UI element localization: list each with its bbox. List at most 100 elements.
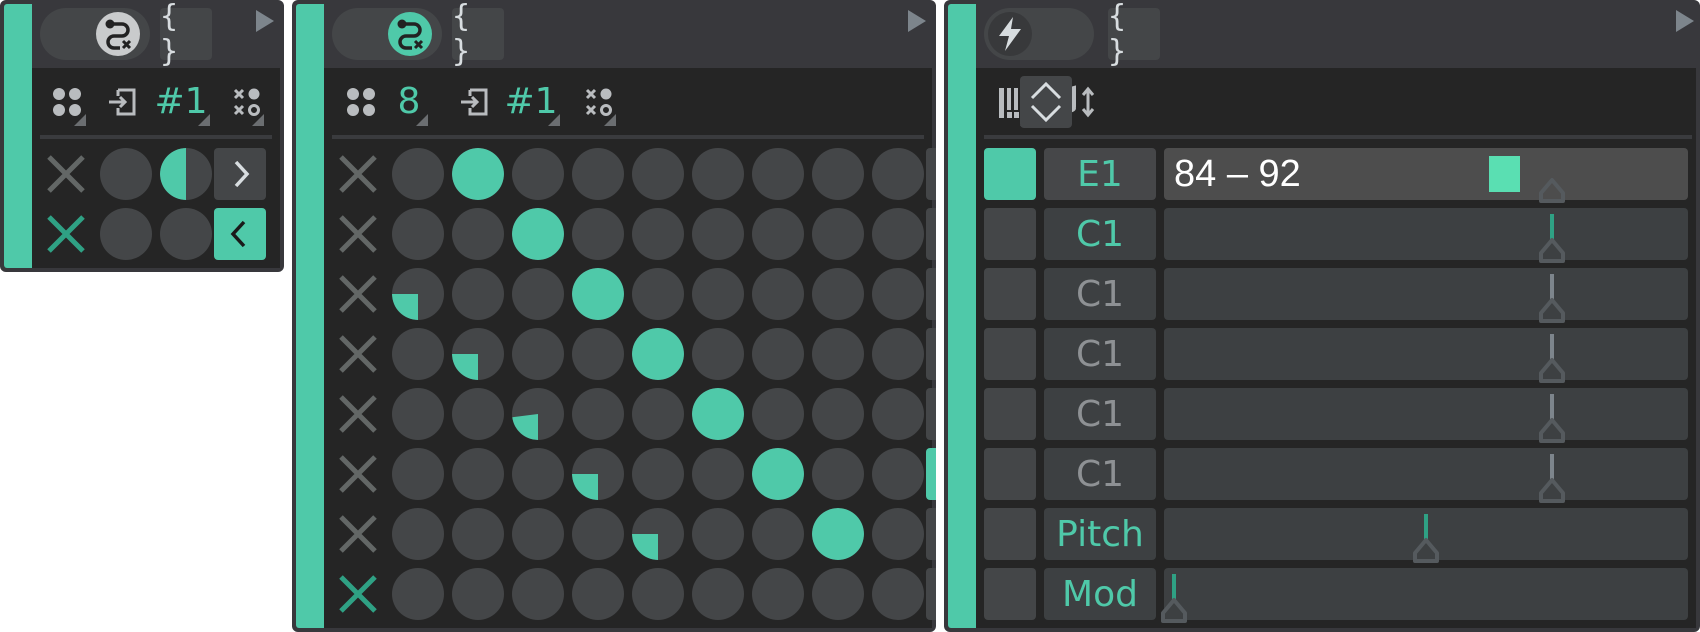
step-cell[interactable] (572, 148, 624, 200)
step-cell[interactable] (512, 508, 564, 560)
collapse-button[interactable] (926, 448, 936, 500)
note-label-button[interactable]: Pitch (1044, 508, 1156, 560)
steps-menu[interactable]: 8 (392, 82, 428, 126)
value-slider[interactable] (1164, 568, 1688, 620)
select-row-button[interactable] (984, 328, 1036, 380)
input-button[interactable] (106, 82, 138, 122)
clear-row-button[interactable] (332, 148, 384, 200)
step-cell[interactable] (872, 208, 924, 260)
step-cell[interactable] (572, 508, 624, 560)
code-braces-button[interactable]: { } (160, 0, 212, 69)
step-cell[interactable] (692, 328, 744, 380)
step-cell[interactable] (392, 328, 444, 380)
step-cell[interactable] (872, 568, 924, 620)
expand-button[interactable] (926, 148, 936, 200)
step-cell[interactable] (632, 568, 684, 620)
code-braces-button[interactable]: { } (452, 0, 504, 69)
slider-marker[interactable] (1538, 332, 1566, 392)
step-cell[interactable] (752, 208, 804, 260)
note-label-button[interactable]: Mod (1044, 568, 1156, 620)
value-slider[interactable] (1164, 448, 1688, 500)
step-cell[interactable] (752, 568, 804, 620)
expand-button[interactable] (926, 328, 936, 380)
step-cell[interactable] (512, 148, 564, 200)
step-cell[interactable] (512, 328, 564, 380)
step-cell[interactable] (692, 148, 744, 200)
step-cell[interactable] (452, 508, 504, 560)
expand-button[interactable] (926, 388, 936, 440)
slider-marker[interactable] (1538, 152, 1566, 212)
step-cell[interactable] (512, 388, 564, 440)
slider-marker[interactable] (1538, 392, 1566, 452)
step-cell[interactable] (632, 508, 684, 560)
slider-marker[interactable] (1538, 212, 1566, 272)
trigger-toggle[interactable] (984, 8, 1094, 60)
step-cell[interactable] (812, 388, 864, 440)
clear-row-button[interactable] (332, 388, 384, 440)
slider-marker[interactable] (1538, 272, 1566, 332)
step-cell[interactable] (752, 448, 804, 500)
step-cell[interactable] (160, 148, 212, 200)
step-cell[interactable] (692, 508, 744, 560)
expand-button[interactable] (926, 268, 936, 320)
route-toggle[interactable] (332, 8, 442, 60)
step-cell[interactable] (392, 268, 444, 320)
note-label-button[interactable]: C1 (1044, 268, 1156, 320)
step-cell[interactable] (812, 208, 864, 260)
select-row-button[interactable] (984, 148, 1036, 200)
step-cell[interactable] (752, 148, 804, 200)
route-toggle[interactable] (40, 8, 150, 60)
step-cell[interactable] (872, 268, 924, 320)
step-cell[interactable] (572, 448, 624, 500)
step-cell[interactable] (812, 148, 864, 200)
step-cell[interactable] (100, 148, 152, 200)
clear-row-button[interactable] (332, 508, 384, 560)
grid-dots-menu[interactable] (50, 82, 86, 126)
step-cell[interactable] (872, 388, 924, 440)
select-row-button[interactable] (984, 208, 1036, 260)
step-cell[interactable] (392, 388, 444, 440)
clear-row-button[interactable] (332, 208, 384, 260)
step-cell[interactable] (452, 448, 504, 500)
step-cell[interactable] (572, 388, 624, 440)
step-cell[interactable] (572, 268, 624, 320)
step-cell[interactable] (812, 268, 864, 320)
select-row-button[interactable] (984, 448, 1036, 500)
pattern-menu[interactable] (232, 82, 264, 126)
play-icon[interactable] (256, 10, 274, 32)
step-cell[interactable] (392, 148, 444, 200)
value-slider[interactable] (1164, 208, 1688, 260)
clear-row-button[interactable] (40, 148, 92, 200)
value-slider[interactable]: 84 – 92 (1164, 148, 1688, 200)
step-cell[interactable] (692, 388, 744, 440)
step-cell[interactable] (632, 208, 684, 260)
select-row-button[interactable] (984, 268, 1036, 320)
play-icon[interactable] (1676, 10, 1694, 32)
step-cell[interactable] (752, 328, 804, 380)
clear-row-button[interactable] (332, 448, 384, 500)
step-cell[interactable] (692, 208, 744, 260)
step-cell[interactable] (752, 508, 804, 560)
step-cell[interactable] (812, 448, 864, 500)
clear-row-button[interactable] (332, 328, 384, 380)
step-cell[interactable] (692, 568, 744, 620)
collapse-button[interactable] (214, 208, 266, 260)
clear-row-button[interactable] (332, 268, 384, 320)
step-cell[interactable] (100, 208, 152, 260)
step-cell[interactable] (512, 208, 564, 260)
step-cell[interactable] (752, 388, 804, 440)
step-cell[interactable] (872, 148, 924, 200)
step-cell[interactable] (392, 208, 444, 260)
step-cell[interactable] (452, 388, 504, 440)
step-cell[interactable] (392, 508, 444, 560)
step-cell[interactable] (452, 568, 504, 620)
grid-dots-button[interactable] (344, 82, 378, 122)
expand-button[interactable] (926, 508, 936, 560)
note-label-button[interactable]: C1 (1044, 328, 1156, 380)
step-cell[interactable] (512, 448, 564, 500)
select-row-button[interactable] (984, 388, 1036, 440)
step-cell[interactable] (392, 568, 444, 620)
expand-collapse-button[interactable] (1020, 76, 1072, 128)
expand-button[interactable] (214, 148, 266, 200)
step-cell[interactable] (452, 268, 504, 320)
